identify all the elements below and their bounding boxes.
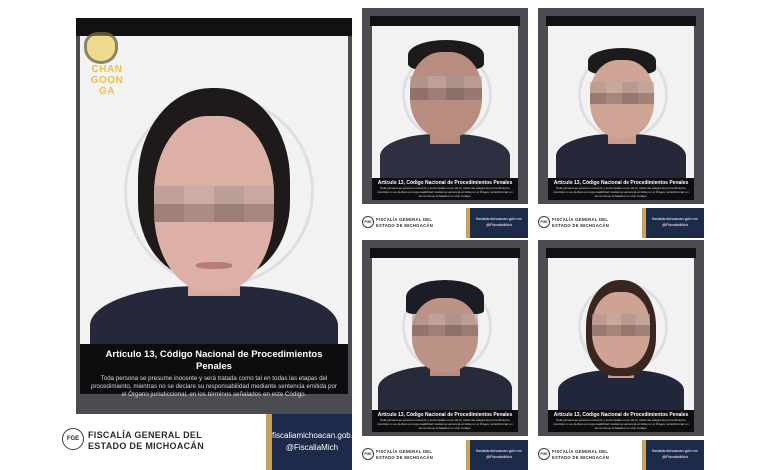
- contact-block: fiscaliamichoacan.gob.mx @FiscaliaMich: [470, 208, 528, 238]
- contact-block: fiscaliamichoacan.gob.mx @FiscaliaMich: [646, 208, 704, 238]
- card-footer: FGE FISCALÍA GENERAL DEL ESTADO DE MICHO…: [362, 208, 528, 238]
- face-pixelation: [410, 76, 482, 100]
- card-footer: FGE FISCALÍA GENERAL DEL ESTADO DE MICHO…: [538, 208, 704, 238]
- contact-block: fiscaliamichoacan.gob.mx @FiscaliaMich: [272, 414, 352, 470]
- detainee-photo: [548, 26, 694, 182]
- detainee-photo: [548, 258, 694, 414]
- contact-block: fiscaliamichoacan.gob.mx @FiscaliaMich: [646, 440, 704, 470]
- org-name: FISCALÍA GENERAL DEL ESTADO DE MICHOACÁN: [376, 449, 434, 460]
- detainee-photo: [372, 26, 518, 182]
- org-name: FISCALÍA GENERAL DEL ESTADO DE MICHOACÁN: [376, 217, 434, 228]
- org-name: FISCALÍA GENERAL DEL ESTADO DE MICHOACÁN: [552, 449, 610, 460]
- detainee-card-1: Artículo 13, Código Nacional de Procedim…: [362, 8, 528, 238]
- lips: [196, 262, 232, 269]
- legal-notice-body: Toda persona se presume inocente y será …: [91, 375, 337, 398]
- website-text: fiscaliamichoacan.gob.mx: [272, 431, 352, 440]
- org-name: FISCALÍA GENERAL DEL ESTADO DE MICHOACÁN: [88, 430, 205, 451]
- card-footer: FGE FISCALÍA GENERAL DEL ESTADO DE MICHO…: [362, 440, 528, 470]
- detainee-photo: [372, 258, 518, 414]
- org-name: FISCALÍA GENERAL DEL ESTADO DE MICHOACÁN: [552, 217, 610, 228]
- card-top-bar: [546, 16, 696, 26]
- legal-notice: Artículo 13, Código Nacional de Procedim…: [548, 410, 694, 432]
- card-top-bar: [546, 248, 696, 258]
- face-pixelation: [412, 314, 478, 336]
- card-footer: FGE FISCALÍA GENERAL DEL ESTADO DE MICHO…: [62, 414, 352, 470]
- face-pixelation: [590, 82, 654, 104]
- fge-logo-icon: FGE: [538, 448, 550, 460]
- watermark-logo: CHAN GOON GA: [70, 20, 160, 110]
- fge-logo-icon: FGE: [362, 216, 374, 228]
- contact-block: fiscaliamichoacan.gob.mx @FiscaliaMich: [470, 440, 528, 470]
- detainee-card-2: Artículo 13, Código Nacional de Procedim…: [538, 8, 704, 238]
- legal-notice: Artículo 13, Código Nacional de Procedim…: [80, 344, 348, 398]
- coffee-cup-icon: [84, 32, 118, 64]
- face-pixelation: [154, 186, 274, 222]
- face-pixelation: [592, 314, 650, 336]
- watermark-text: CHAN GOON GA: [90, 64, 124, 97]
- fge-logo-icon: FGE: [538, 216, 550, 228]
- social-handle: @FiscaliaMich: [285, 443, 339, 452]
- legal-notice: Artículo 13, Código Nacional de Procedim…: [372, 178, 518, 200]
- card-footer: FGE FISCALÍA GENERAL DEL ESTADO DE MICHO…: [538, 440, 704, 470]
- fge-logo-icon: FGE: [362, 448, 374, 460]
- legal-notice-title: Artículo 13, Código Nacional de Procedim…: [105, 349, 323, 372]
- detainee-card-4: Artículo 13, Código Nacional de Procedim…: [538, 240, 704, 470]
- card-top-bar: [370, 248, 520, 258]
- fge-logo-icon: FGE: [62, 428, 84, 450]
- detainee-card-3: Artículo 13, Código Nacional de Procedim…: [362, 240, 528, 470]
- legal-notice: Artículo 13, Código Nacional de Procedim…: [372, 410, 518, 432]
- card-top-bar: [370, 16, 520, 26]
- legal-notice: Artículo 13, Código Nacional de Procedim…: [548, 178, 694, 200]
